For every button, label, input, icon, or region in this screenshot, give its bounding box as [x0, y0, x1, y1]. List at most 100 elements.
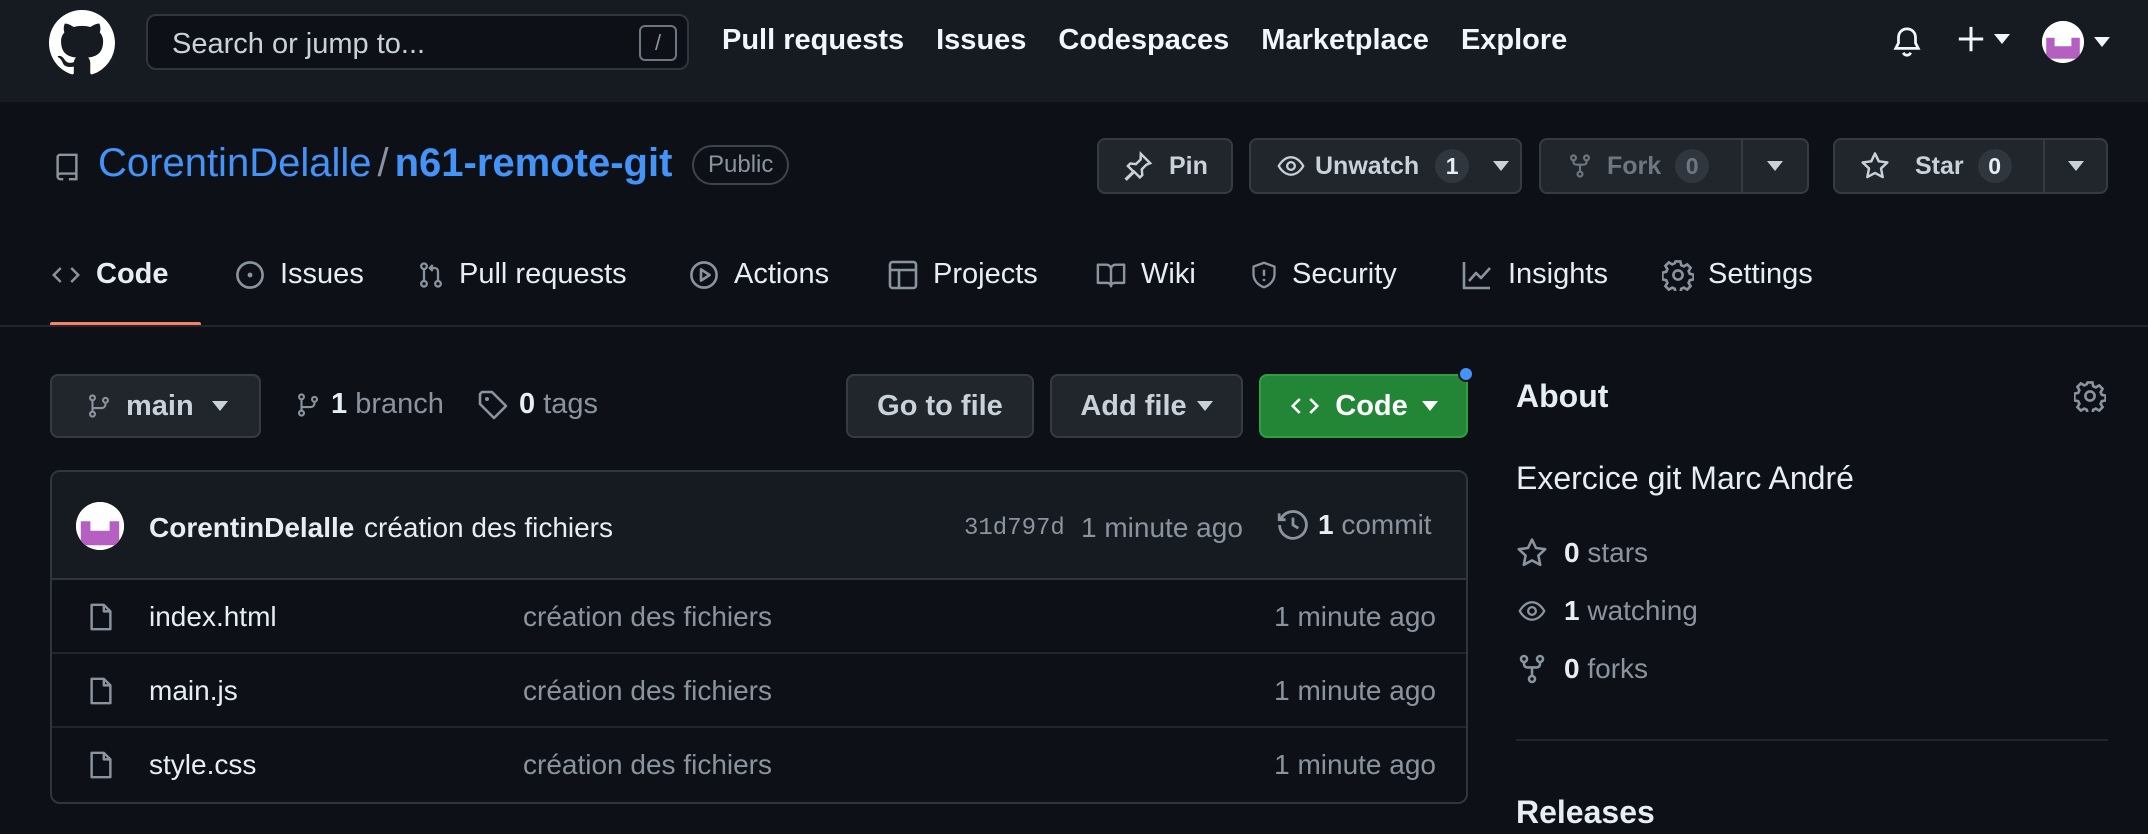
- tag-icon: [478, 390, 508, 419]
- nav-marketplace[interactable]: Marketplace: [1261, 24, 1429, 57]
- stars-link[interactable]: 0 stars: [1516, 537, 1648, 569]
- branches-link[interactable]: 1 branch: [295, 388, 444, 421]
- file-icon: [90, 677, 112, 705]
- table-icon: [888, 260, 918, 289]
- tab-issues[interactable]: Issues: [234, 258, 417, 291]
- tag-label: tags: [543, 388, 599, 420]
- pin-label: Pin: [1169, 151, 1208, 180]
- repo-tabs: Code Issues Pull requests Actions Projec…: [50, 258, 1813, 291]
- file-commit-time: 1 minute ago: [1274, 601, 1436, 632]
- user-menu[interactable]: [2042, 21, 2110, 63]
- commit-history-link[interactable]: 1 commit: [1276, 508, 1432, 542]
- fork-button[interactable]: Fork 0: [1541, 149, 1741, 183]
- repo-description: Exercice git Marc André: [1516, 460, 1854, 496]
- unwatch-button[interactable]: Unwatch 1: [1249, 138, 1522, 194]
- file-name-link[interactable]: style.css: [149, 749, 256, 781]
- branch-select-button[interactable]: main: [50, 374, 261, 438]
- tab-actions[interactable]: Actions: [688, 258, 887, 291]
- triangle-down-icon: [1493, 161, 1510, 171]
- add-file-label: Add file: [1080, 389, 1187, 422]
- watching-label: watching: [1587, 595, 1698, 626]
- sidebar-divider: [1516, 739, 2108, 741]
- nav-codespaces[interactable]: Codespaces: [1058, 24, 1229, 57]
- file-commit-time: 1 minute ago: [1274, 675, 1436, 706]
- forks-label: forks: [1587, 653, 1649, 684]
- watching-count: 1: [1564, 595, 1580, 626]
- go-to-file-button[interactable]: Go to file: [846, 374, 1034, 438]
- stars-count: 0: [1564, 537, 1580, 568]
- commit-message-link[interactable]: création des fichiers: [364, 512, 613, 544]
- fork-icon: [1570, 154, 1590, 178]
- file-commit-message-link[interactable]: création des fichiers: [523, 601, 772, 633]
- tags-link[interactable]: 0 tags: [477, 388, 598, 421]
- tab-label: Wiki: [1141, 258, 1196, 290]
- triangle-down-icon: [1767, 161, 1783, 171]
- forks-link[interactable]: 0 forks: [1516, 653, 1648, 685]
- github-logo-icon[interactable]: [49, 10, 115, 76]
- file-commit-message-link[interactable]: création des fichiers: [523, 675, 772, 707]
- search-shortcut-hint: /: [639, 25, 677, 61]
- tag-count: 0: [519, 388, 536, 420]
- watching-link[interactable]: 1 watching: [1516, 595, 1698, 627]
- tab-label: Issues: [280, 258, 364, 290]
- search-input[interactable]: Search or jump to... /: [146, 14, 689, 70]
- commit-time: 1 minute ago: [1081, 512, 1243, 543]
- bell-icon[interactable]: [1890, 24, 1924, 60]
- tab-bar-border: [0, 325, 2148, 327]
- code-icon: [1291, 398, 1320, 414]
- triangle-down-icon: [211, 401, 228, 411]
- triangle-down-icon: [1421, 401, 1438, 411]
- repo-icon: [52, 151, 82, 183]
- tab-code[interactable]: Code: [50, 258, 234, 291]
- global-header: Search or jump to... / Pull requests Iss…: [0, 0, 2148, 102]
- gear-icon: [1662, 259, 1694, 291]
- branch-label: branch: [355, 388, 444, 420]
- create-new-menu[interactable]: [1956, 24, 2010, 54]
- commit-count-label: commit: [1341, 509, 1432, 540]
- fork-dropdown-button[interactable]: [1743, 161, 1807, 171]
- table-row: main.js création des fichiers 1 minute a…: [52, 654, 1466, 728]
- pin-icon: [1124, 151, 1153, 181]
- tab-label: Insights: [1508, 258, 1608, 290]
- tab-settings[interactable]: Settings: [1662, 258, 1813, 291]
- commit-sha-link[interactable]: 31d797d: [964, 515, 1065, 542]
- nav-issues[interactable]: Issues: [936, 24, 1026, 57]
- nav-pull-requests[interactable]: Pull requests: [722, 24, 904, 57]
- unwatch-label: Unwatch: [1315, 151, 1420, 180]
- issue-icon: [236, 260, 264, 289]
- gear-icon[interactable]: [2074, 380, 2106, 412]
- file-commit-message-link[interactable]: création des fichiers: [523, 749, 772, 781]
- fork-count: 0: [1675, 149, 1710, 183]
- releases-heading[interactable]: Releases: [1516, 794, 1655, 831]
- file-name-link[interactable]: main.js: [149, 675, 238, 707]
- repo-title: CorentinDelalle / n61-remote-git: [98, 141, 672, 186]
- repo-name-link[interactable]: n61-remote-git: [395, 141, 673, 185]
- branch-count: 1: [331, 388, 348, 420]
- tab-projects[interactable]: Projects: [887, 258, 1095, 291]
- repo-owner-link[interactable]: CorentinDelalle: [98, 141, 371, 185]
- tab-label: Projects: [933, 258, 1038, 290]
- avatar[interactable]: [76, 502, 124, 550]
- star-button[interactable]: Star 0: [1835, 149, 2043, 183]
- pin-button[interactable]: Pin: [1097, 138, 1233, 194]
- nav-explore[interactable]: Explore: [1461, 24, 1567, 57]
- star-label: Star: [1915, 151, 1964, 180]
- star-dropdown-button[interactable]: [2045, 161, 2106, 171]
- add-file-button[interactable]: Add file: [1050, 374, 1243, 438]
- tab-pull-requests[interactable]: Pull requests: [417, 258, 688, 291]
- fork-button-group: Fork 0: [1539, 138, 1809, 194]
- tab-security[interactable]: Security: [1250, 258, 1460, 291]
- pull-request-icon: [420, 261, 442, 288]
- visibility-badge: Public: [692, 145, 790, 185]
- star-button-group: Star 0: [1833, 138, 2108, 194]
- code-button[interactable]: Code: [1259, 374, 1468, 438]
- tab-insights[interactable]: Insights: [1460, 258, 1662, 291]
- global-nav: Pull requests Issues Codespaces Marketpl…: [722, 24, 1567, 57]
- about-heading: About: [1516, 378, 1609, 414]
- tab-wiki[interactable]: Wiki: [1095, 258, 1250, 291]
- file-name-link[interactable]: index.html: [149, 601, 277, 633]
- tab-label: Security: [1292, 258, 1397, 290]
- commit-author-link[interactable]: CorentinDelalle: [149, 512, 354, 544]
- latest-commit-row: CorentinDelalle création des fichiers 31…: [52, 472, 1466, 580]
- eye-icon: [1277, 156, 1305, 176]
